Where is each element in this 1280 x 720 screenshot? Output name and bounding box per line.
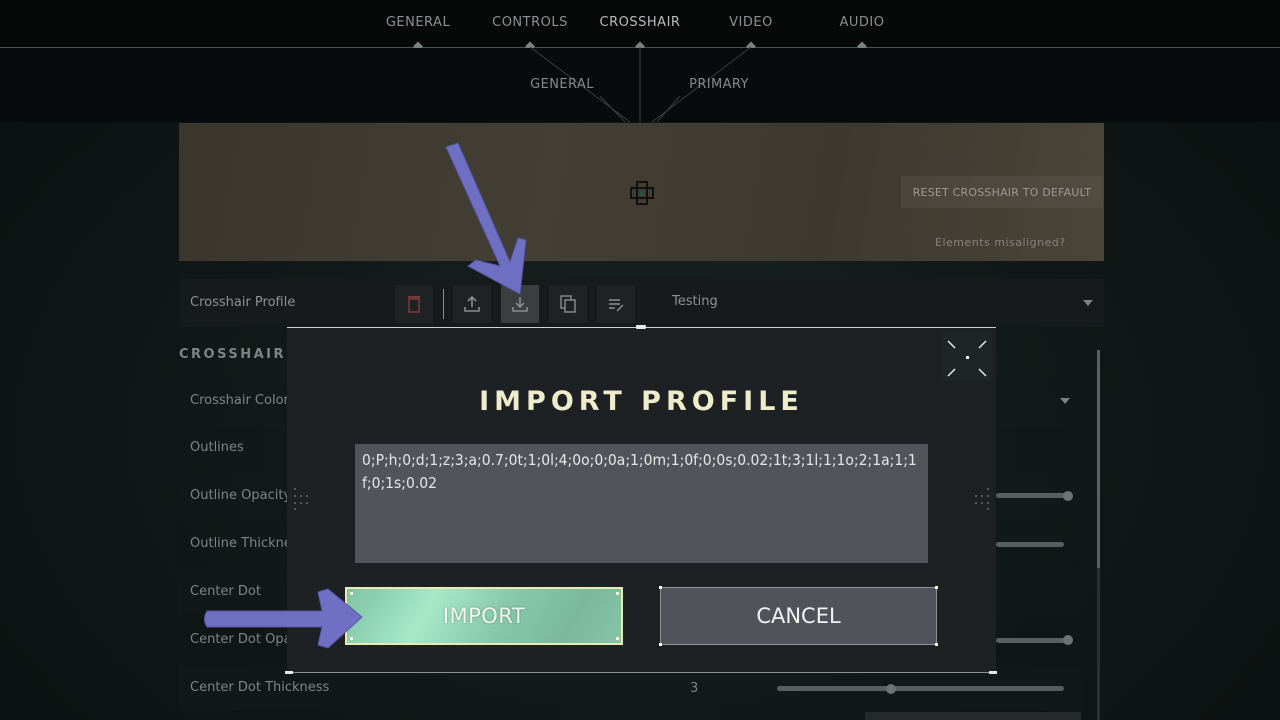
tab-crosshair[interactable]: CROSSHAIR [600, 15, 681, 30]
profile-select-dropdown[interactable] [658, 283, 1104, 323]
setting-label: Outline Opacity [190, 488, 292, 503]
modal-side-dots-right [975, 488, 989, 510]
slider-handle[interactable] [1063, 635, 1073, 645]
tab-video[interactable]: VIDEO [729, 15, 773, 30]
delete-profile-button[interactable] [395, 285, 433, 323]
button-corner-dot [350, 592, 353, 595]
export-profile-button[interactable] [453, 285, 491, 323]
toolbar-separator [443, 289, 444, 319]
button-corner-dot [659, 586, 662, 589]
scrollbar-thumb[interactable] [1097, 350, 1100, 568]
modal-side-dots-left [294, 488, 308, 510]
tab-audio[interactable]: AUDIO [840, 15, 885, 30]
edit-list-icon [609, 299, 624, 312]
profile-code-input[interactable]: 0;P;h;0;d;1;z;3;a;0.7;0t;1;0l;4;0o;0;0a;… [355, 444, 928, 563]
crosshair-profile-label: Crosshair Profile [190, 295, 296, 310]
modal-edge-marker [636, 325, 646, 329]
cancel-button-label: CANCEL [756, 604, 841, 628]
slider-handle[interactable] [1063, 491, 1073, 501]
trash-icon [408, 296, 420, 313]
tab-controls[interactable]: CONTROLS [492, 15, 568, 30]
button-corner-dot [935, 643, 938, 646]
center-dot-thickness-value: 3 [690, 681, 699, 696]
close-modal-button[interactable] [942, 333, 992, 381]
download-icon [512, 297, 528, 312]
import-button[interactable]: IMPORT [345, 587, 623, 645]
slider-handle[interactable] [886, 684, 896, 694]
modal-edge-marker [285, 671, 293, 674]
copy-icon [560, 295, 576, 313]
outline-opacity-slider[interactable] [996, 493, 1068, 498]
outline-thickness-slider[interactable] [996, 542, 1064, 547]
rename-profile-button[interactable] [597, 285, 635, 323]
chevron-down-icon [1083, 300, 1093, 306]
center-dot-opacity-slider[interactable] [996, 638, 1068, 643]
profile-select-value: Testing [672, 294, 718, 309]
setting-label: Center Dot Thickness [190, 680, 330, 695]
subtab-primary[interactable]: PRIMARY [689, 77, 749, 92]
modal-edge-marker [989, 671, 997, 674]
subtab-general[interactable]: GENERAL [530, 77, 594, 92]
section-title: CROSSHAIR [179, 347, 287, 362]
setting-label: Outlines [190, 440, 244, 455]
tab-general[interactable]: GENERAL [386, 15, 450, 30]
close-icon [947, 340, 987, 377]
crosshair-preview-icon [630, 181, 654, 205]
button-corner-dot [659, 643, 662, 646]
bottom-panel-edge [865, 712, 1081, 720]
setting-label: Center Dot [190, 584, 261, 599]
upload-icon [464, 295, 480, 312]
sub-nav-bar [0, 48, 1280, 122]
setting-label: Crosshair Color [190, 393, 289, 408]
chevron-down-icon[interactable] [1060, 398, 1070, 404]
button-corner-dot [935, 586, 938, 589]
button-corner-dot [616, 637, 619, 640]
center-dot-thickness-slider[interactable] [777, 686, 1064, 691]
cancel-button[interactable]: CANCEL [660, 587, 937, 645]
import-button-label: IMPORT [442, 604, 526, 628]
elements-misaligned-link[interactable]: Elements misaligned? [935, 236, 1066, 249]
import-profile-button[interactable] [501, 285, 539, 323]
modal-title: IMPORT PROFILE [479, 386, 804, 417]
reset-crosshair-button[interactable]: RESET CROSSHAIR TO DEFAULT [901, 176, 1103, 208]
button-corner-dot [350, 637, 353, 640]
copy-profile-button[interactable] [549, 285, 587, 323]
button-corner-dot [616, 592, 619, 595]
